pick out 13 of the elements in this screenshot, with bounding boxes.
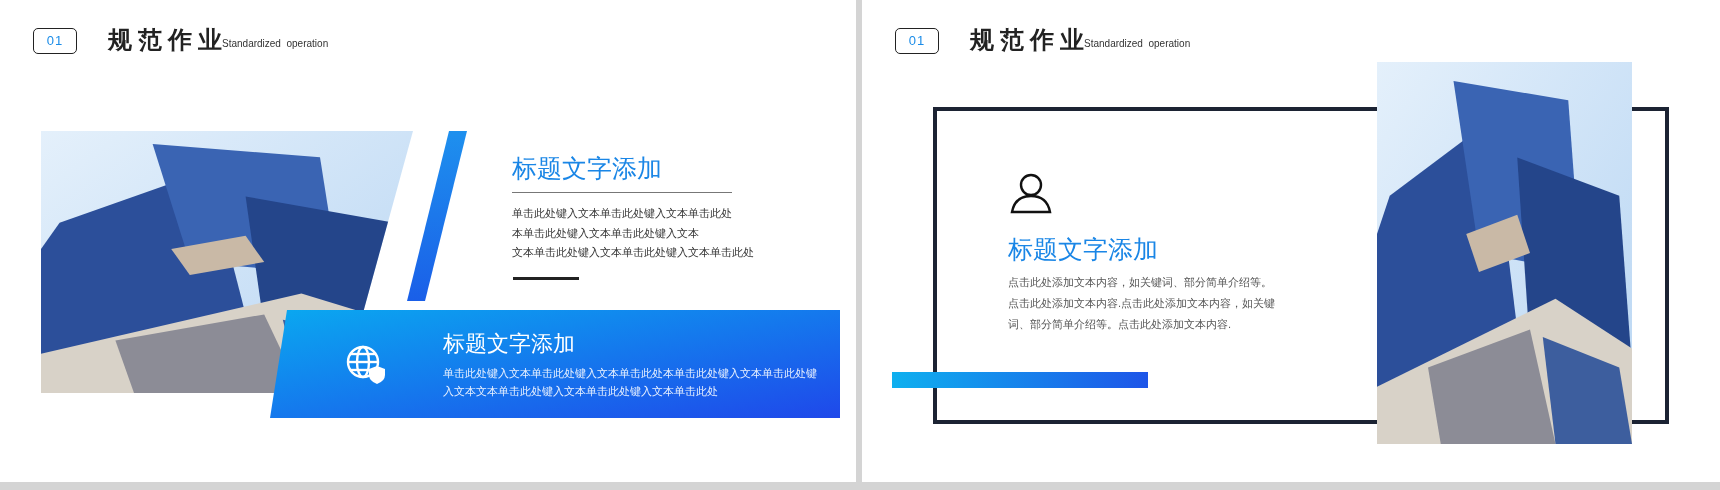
number-badge: 01: [895, 28, 939, 54]
number-badge: 01: [33, 28, 77, 54]
slide-subtitle: Standardized operation: [222, 39, 329, 49]
banner-paragraph: 单击此处键入文本单击此处键入文本单击此处本单击此处键入文本单击此处键 入文本文本单击此处键入文本单击此处键入文本单击此处: [443, 366, 817, 399]
person-icon: [1010, 172, 1052, 214]
slide-subtitle: Standardized operation: [1084, 39, 1191, 49]
paragraph: 点击此处添加文本内容，如关键词、部分简单介绍等。 点击此处添加文本内容.点击此处添加文本内容，如关键 词、部分简单介绍等。点击此处添加文本内容.: [1008, 275, 1276, 332]
accent-bar: [513, 277, 579, 280]
banner-heading: 标题文字添加: [443, 332, 575, 357]
heading: 标题文字添加: [512, 155, 662, 183]
globe-shield-icon: [345, 344, 387, 384]
paragraph: 单击此处键入文本单击此处键入文本单击此处 本单击此处键入文本单击此处键入文本 文本单击此处键入文本单击此处键入文本单击此处: [512, 206, 754, 260]
heading: 标题文字添加: [1008, 236, 1158, 264]
